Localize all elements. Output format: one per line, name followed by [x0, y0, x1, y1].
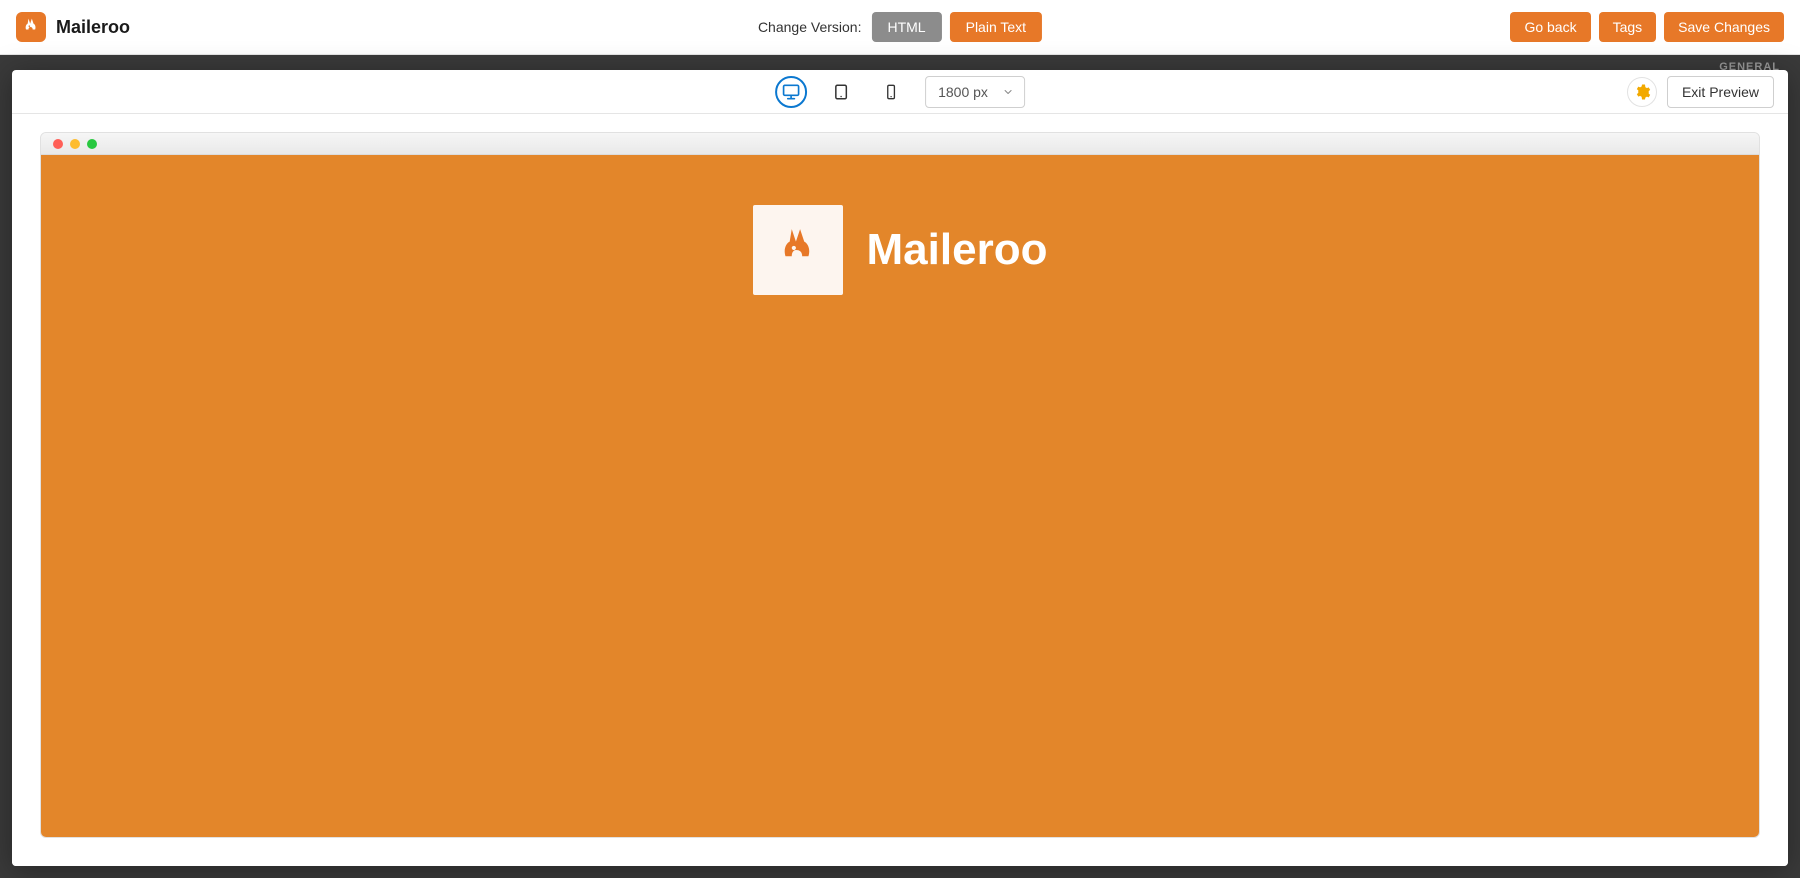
- window-close-icon: [53, 139, 63, 149]
- tablet-icon: [832, 83, 850, 101]
- preview-stage: Maileroo: [12, 114, 1788, 866]
- viewport-controls: 1800 px: [775, 76, 1025, 108]
- mobile-icon: [883, 83, 899, 101]
- brand-logo: [16, 12, 46, 42]
- exit-preview-button[interactable]: Exit Preview: [1667, 76, 1774, 108]
- tags-button[interactable]: Tags: [1599, 12, 1657, 42]
- viewport-mobile-button[interactable]: [875, 76, 907, 108]
- change-version-label: Change Version:: [758, 19, 862, 35]
- version-html-button[interactable]: HTML: [871, 12, 941, 42]
- chevron-down-icon: [1002, 86, 1014, 98]
- version-pill-group: HTML Plain Text: [871, 12, 1042, 42]
- viewport-width-value: 1800 px: [938, 84, 988, 100]
- window-maximize-icon: [87, 139, 97, 149]
- email-logo-box: [753, 205, 843, 295]
- version-switch: Change Version: HTML Plain Text: [758, 12, 1042, 42]
- window-minimize-icon: [70, 139, 80, 149]
- mock-browser-window: Maileroo: [40, 132, 1760, 838]
- go-back-button[interactable]: Go back: [1510, 12, 1590, 42]
- preview-settings-button[interactable]: [1627, 77, 1657, 107]
- preview-toolbar: 1800 px Exit Preview: [12, 70, 1788, 114]
- save-changes-button[interactable]: Save Changes: [1664, 12, 1784, 42]
- desktop-icon: [781, 82, 801, 102]
- kangaroo-icon: [773, 225, 823, 275]
- preview-toolbar-right: Exit Preview: [1627, 76, 1774, 108]
- gear-icon: [1633, 83, 1651, 101]
- mock-window-titlebar: [41, 133, 1759, 155]
- brand: Maileroo: [16, 12, 130, 42]
- header-actions: Go back Tags Save Changes: [1510, 12, 1784, 42]
- viewport-tablet-button[interactable]: [825, 76, 857, 108]
- brand-name: Maileroo: [56, 17, 130, 38]
- version-plaintext-button[interactable]: Plain Text: [950, 12, 1042, 42]
- viewport-width-select[interactable]: 1800 px: [925, 76, 1025, 108]
- email-canvas: Maileroo: [41, 155, 1759, 837]
- email-hero: Maileroo: [753, 205, 1048, 295]
- email-hero-text: Maileroo: [867, 225, 1048, 275]
- app-header: Maileroo Change Version: HTML Plain Text…: [0, 0, 1800, 55]
- preview-overlay: 1800 px Exit Preview: [12, 70, 1788, 866]
- viewport-desktop-button[interactable]: [775, 76, 807, 108]
- kangaroo-icon: [21, 17, 41, 37]
